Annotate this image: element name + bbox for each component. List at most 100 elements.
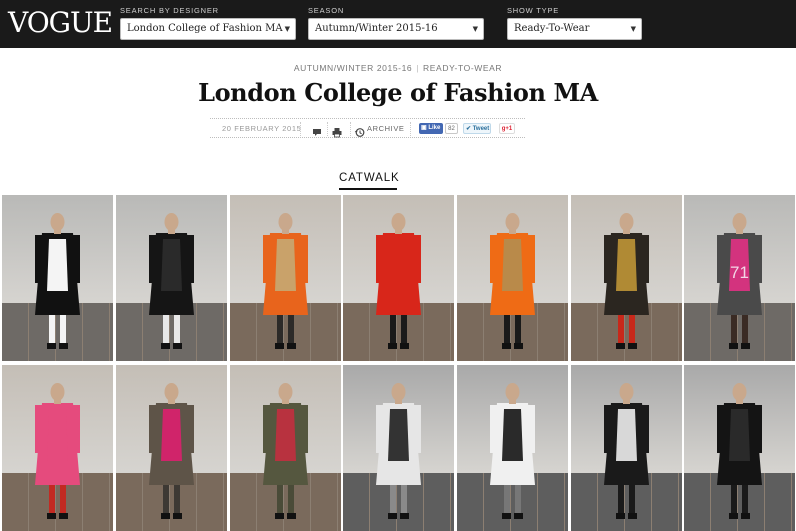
vogue-logo[interactable]: VOGUE (8, 6, 113, 40)
designer-select[interactable]: London College of Fashion MA ▼ (120, 18, 296, 40)
model-garment-panel (616, 239, 637, 291)
catwalk-look-thumbnail[interactable] (2, 365, 113, 531)
catwalk-look-thumbnail[interactable] (2, 195, 113, 361)
model-shoe (514, 513, 523, 519)
page-title: London College of Fashion MA (198, 78, 598, 107)
model-arm (717, 235, 724, 283)
model-arm (35, 235, 42, 283)
catwalk-look-thumbnail[interactable] (571, 195, 682, 361)
look-number: 71 (730, 263, 749, 282)
model-head (391, 213, 406, 231)
breadcrumb-show-type[interactable]: READY-TO-WEAR (423, 63, 502, 73)
model-neck (168, 399, 175, 404)
model-arm (604, 235, 611, 283)
designer-filter-label: SEARCH BY DESIGNER (120, 6, 219, 15)
model-figure (263, 213, 308, 349)
model-shoe (287, 343, 296, 349)
catwalk-look-thumbnail[interactable] (116, 365, 227, 531)
tweet-button[interactable]: ✔ Tweet (463, 123, 491, 134)
model-shoe (275, 513, 284, 519)
model-shoe (628, 513, 637, 519)
model-head (619, 213, 634, 231)
catwalk-section-title[interactable]: CATWALK (339, 172, 399, 184)
model-figure (149, 383, 194, 519)
divider (327, 122, 328, 136)
catwalk-look-thumbnail[interactable] (457, 365, 568, 531)
show-type-filter-label: SHOW TYPE (507, 6, 560, 15)
model-neck (395, 229, 402, 234)
model-shoe (59, 343, 68, 349)
model-figure (604, 383, 649, 519)
model-arm (187, 405, 194, 453)
model-shoe (502, 343, 511, 349)
model-figure (263, 383, 308, 519)
catwalk-look-thumbnail[interactable] (684, 365, 795, 531)
model-garment-panel (502, 239, 523, 291)
breadcrumb-season[interactable]: AUTUMN/WINTER 2015-16 (294, 63, 412, 73)
model-garment-panel (616, 409, 637, 461)
facebook-like-button[interactable]: ▣ Like (419, 123, 443, 134)
catwalk-look-thumbnail[interactable] (230, 365, 341, 531)
model-garment-panel (161, 239, 182, 291)
model-neck (54, 399, 61, 404)
top-navigation-bar: VOGUE SEARCH BY DESIGNER London College … (0, 0, 796, 48)
model-arm (301, 235, 308, 283)
model-shoe (275, 343, 284, 349)
season-select[interactable]: Autumn/Winter 2015-16 ▼ (308, 18, 484, 40)
model-arm (490, 405, 497, 453)
model-head (164, 383, 179, 401)
season-filter: SEASON Autumn/Winter 2015-16 ▼ (308, 6, 484, 40)
catwalk-look-thumbnail[interactable] (343, 365, 454, 531)
show-type-select-value: Ready-To-Wear (514, 23, 590, 34)
catwalk-look-thumbnail[interactable] (116, 195, 227, 361)
model-neck (623, 399, 630, 404)
model-arm (528, 405, 535, 453)
model-arm (376, 235, 383, 283)
model-garment-panel (388, 409, 409, 461)
designer-filter: SEARCH BY DESIGNER London College of Fas… (120, 6, 296, 40)
google-plus-button[interactable]: g+1 (499, 123, 515, 134)
model-figure (717, 383, 762, 519)
catwalk-look-thumbnail[interactable] (343, 195, 454, 361)
catwalk-look-thumbnail[interactable] (571, 365, 682, 531)
comment-icon[interactable] (311, 123, 323, 136)
catwalk-look-thumbnail[interactable]: 71 (684, 195, 795, 361)
model-figure (35, 213, 80, 349)
model-arm (414, 405, 421, 453)
model-figure (376, 383, 421, 519)
model-head (278, 383, 293, 401)
model-arm (717, 405, 724, 453)
catwalk-look-thumbnail[interactable] (230, 195, 341, 361)
model-arm (73, 235, 80, 283)
model-figure (490, 383, 535, 519)
model-figure (490, 213, 535, 349)
model-shoe (400, 343, 409, 349)
model-garment-panel (47, 239, 68, 291)
print-icon[interactable] (331, 123, 343, 138)
model-shoe (287, 513, 296, 519)
model-arm (642, 405, 649, 453)
model-arm (301, 405, 308, 453)
model-shoe (741, 513, 750, 519)
catwalk-look-thumbnail[interactable] (457, 195, 568, 361)
model-shoe (47, 513, 56, 519)
archive-link[interactable]: ARCHIVE (367, 123, 405, 135)
model-neck (168, 229, 175, 234)
facebook-like-count: 82 (445, 123, 458, 134)
designer-select-value: London College of Fashion MA (127, 23, 283, 34)
chevron-down-icon: ▼ (630, 25, 636, 33)
model-shoe (388, 343, 397, 349)
model-head (50, 213, 65, 231)
model-neck (282, 229, 289, 234)
show-meta-bar: 20 FEBRUARY 2015 ARCHIVE ▣ Like 82 ✔ Twe… (210, 118, 525, 138)
show-type-select[interactable]: Ready-To-Wear ▼ (507, 18, 642, 40)
season-select-value: Autumn/Winter 2015-16 (315, 23, 438, 34)
model-shoe (729, 343, 738, 349)
model-neck (282, 399, 289, 404)
model-arm (414, 235, 421, 283)
model-arm (35, 405, 42, 453)
archive-icon[interactable] (354, 123, 366, 137)
show-date: 20 FEBRUARY 2015 (222, 124, 302, 133)
model-shoe (173, 513, 182, 519)
facebook-like-label: Like (428, 125, 441, 131)
